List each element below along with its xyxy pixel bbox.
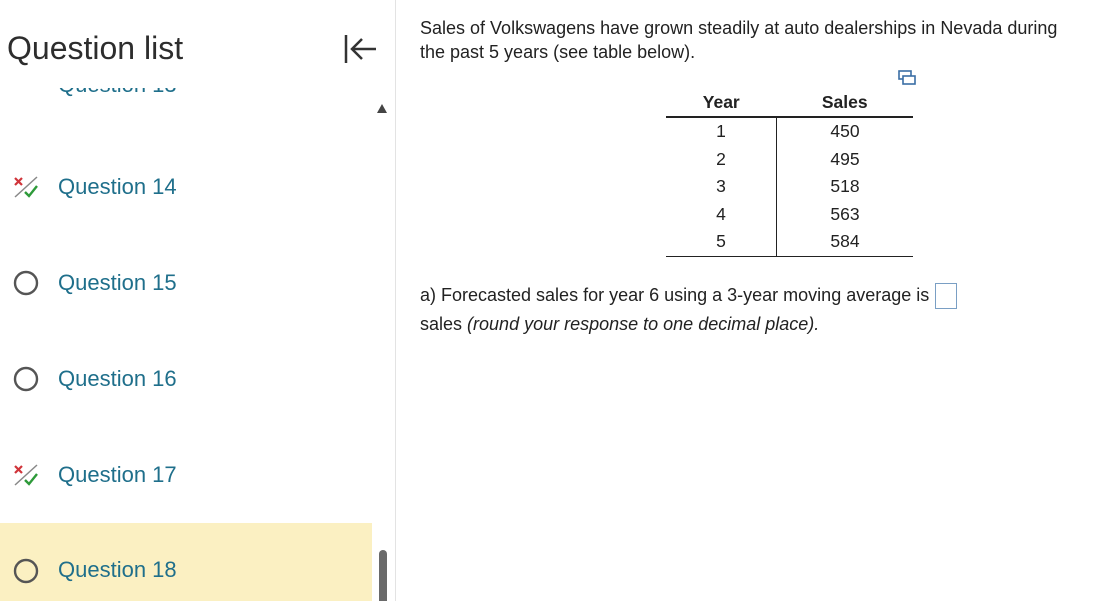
- question-label: Question 15: [58, 270, 177, 295]
- table-row: 3 518: [666, 173, 913, 201]
- table-cell-sales: 584: [776, 228, 913, 257]
- partial-credit-icon: [14, 464, 38, 486]
- question-label: Question 18: [58, 557, 177, 582]
- table-row: 4 563: [666, 200, 913, 228]
- table-cell-year: 1: [666, 117, 777, 146]
- table-cell-year: 4: [666, 200, 777, 228]
- list-item-question-18[interactable]: Question 18: [0, 523, 372, 601]
- question-label: Question 17: [58, 462, 177, 487]
- question-a-suffix: sales: [420, 314, 463, 334]
- partial-credit-icon: [14, 176, 38, 198]
- question-label: Question 13: [58, 88, 177, 98]
- list-item-question-13[interactable]: Question 13: [0, 88, 372, 102]
- question-list-sidebar: Question list Question 13 Question 14 Qu…: [0, 0, 396, 601]
- table-header-sales: Sales: [776, 90, 913, 118]
- question-label: Question 16: [58, 366, 177, 391]
- table-cell-year: 3: [666, 173, 777, 201]
- copy-table-icon[interactable]: [898, 70, 916, 86]
- answer-input[interactable]: [935, 283, 958, 310]
- question-a-prefix: a) Forecasted sales for year 6 using a 3…: [420, 285, 930, 305]
- sidebar-title: Question list: [7, 30, 184, 66]
- question-list: Question 13 Question 14 Question 15 Ques…: [0, 88, 372, 601]
- table-row: 5 584: [666, 228, 913, 257]
- rounding-note: (round your response to one decimal plac…: [467, 314, 820, 334]
- list-item-question-14[interactable]: Question 14: [0, 148, 372, 226]
- collapse-left-icon: [344, 35, 376, 63]
- table-cell-year: 2: [666, 145, 777, 173]
- list-item-question-16[interactable]: Question 16: [0, 340, 372, 418]
- question-label: Question 14: [58, 174, 177, 199]
- scroll-up-arrow-icon[interactable]: [377, 104, 387, 113]
- sales-table: Year Sales 1 450 2 495 3 518 4 563 5 584: [666, 90, 913, 257]
- table-header-year: Year: [666, 90, 777, 118]
- table-row: 2 495: [666, 145, 913, 173]
- table-cell-sales: 450: [830, 121, 860, 142]
- table-row: 1 450: [666, 117, 913, 146]
- problem-intro: Sales of Volkswagens have grown steadily…: [420, 18, 1058, 62]
- table-cell-sales: 495: [830, 148, 860, 169]
- question-part-a: a) Forecasted sales for year 6 using a 3…: [420, 281, 1080, 339]
- table-cell-year: 5: [666, 228, 777, 257]
- list-item-question-17[interactable]: Question 17: [0, 436, 372, 514]
- table-cell-sales: 518: [830, 176, 860, 197]
- sidebar-scrollbar[interactable]: [372, 100, 394, 601]
- unanswered-circle-icon: [13, 366, 39, 392]
- unanswered-circle-icon: [13, 558, 39, 584]
- list-item-question-15[interactable]: Question 15: [0, 244, 372, 322]
- unanswered-circle-icon: [13, 270, 39, 296]
- table-cell-sales: 563: [830, 203, 860, 224]
- question-content: Sales of Volkswagens have grown steadily…: [420, 0, 1102, 601]
- collapse-sidebar-button[interactable]: [342, 32, 380, 66]
- scrollbar-thumb[interactable]: [379, 550, 387, 601]
